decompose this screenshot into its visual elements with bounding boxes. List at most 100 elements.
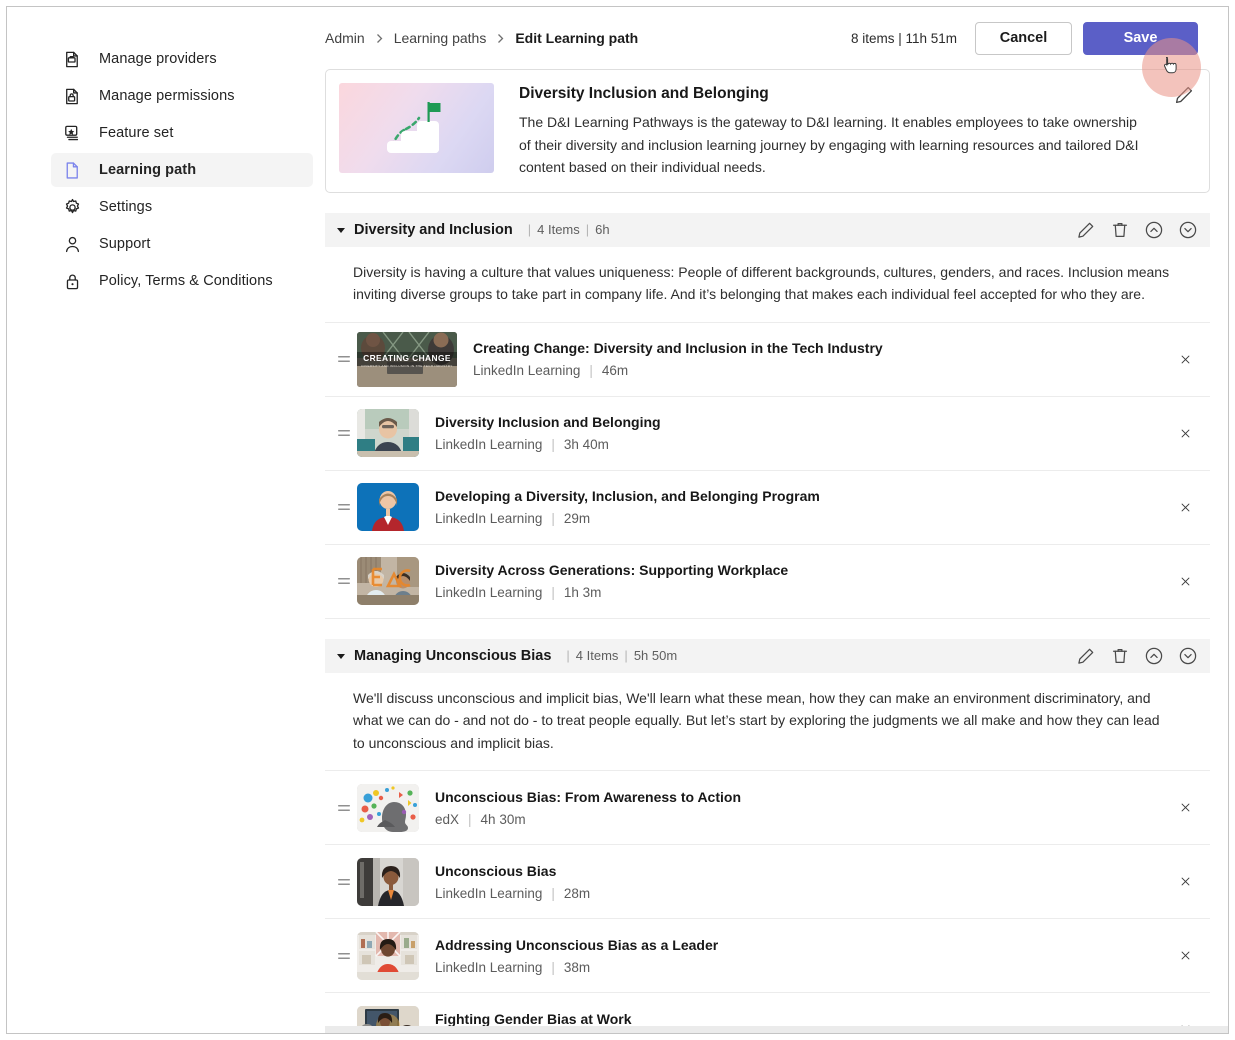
edit-learning-path-icon[interactable] bbox=[1173, 84, 1195, 106]
section-meta: |4 Items|5h 50m bbox=[560, 648, 677, 663]
remove-course-button[interactable] bbox=[1172, 494, 1198, 520]
bottom-scroll-strip bbox=[325, 1026, 1228, 1033]
course-row[interactable]: Diversity Across Generations: Supporting… bbox=[325, 545, 1210, 619]
section: Managing Unconscious Bias|4 Items|5h 50m… bbox=[325, 639, 1210, 1034]
drag-handle-icon[interactable] bbox=[333, 498, 355, 516]
course-text: Creating Change: Diversity and Inclusion… bbox=[473, 340, 1160, 378]
sidebar-item-manage-permissions[interactable]: Manage permissions bbox=[51, 79, 313, 113]
learning-path-title: Diversity Inclusion and Belonging bbox=[519, 85, 1149, 103]
course-row[interactable]: Developing a Diversity, Inclusion, and B… bbox=[325, 471, 1210, 545]
learning-path-card: Diversity Inclusion and Belonging The D&… bbox=[325, 69, 1210, 193]
sidebar: Manage providers Manage permissions Featur… bbox=[7, 7, 325, 1033]
remove-course-button[interactable] bbox=[1172, 869, 1198, 895]
course-duration: 29m bbox=[564, 511, 590, 526]
collapse-caret-icon[interactable] bbox=[335, 650, 347, 662]
drag-handle-icon[interactable] bbox=[333, 424, 355, 442]
trash-icon[interactable] bbox=[1110, 646, 1130, 666]
chevron-up-circle-icon[interactable] bbox=[1144, 646, 1164, 666]
chevron-down-circle-icon[interactable] bbox=[1178, 646, 1198, 666]
remove-course-button[interactable] bbox=[1172, 568, 1198, 594]
section-actions bbox=[1076, 220, 1198, 240]
meta-separator: | bbox=[589, 363, 593, 378]
sidebar-item-policy-terms-conditions[interactable]: Policy, Terms & Conditions bbox=[51, 264, 313, 298]
remove-course-button[interactable] bbox=[1172, 795, 1198, 821]
course-provider: edX bbox=[435, 812, 459, 827]
course-row[interactable]: CREATING CHANGEDIVERSITY AND INCLUSION I… bbox=[325, 323, 1210, 397]
content-scroll-area[interactable]: Diversity Inclusion and Belonging The D&… bbox=[325, 69, 1210, 1033]
course-text: Addressing Unconscious Bias as a Leader L… bbox=[435, 937, 1160, 975]
section-duration: 6h bbox=[595, 222, 609, 237]
section-description: Diversity is having a culture that value… bbox=[325, 247, 1210, 323]
meta-separator: | bbox=[566, 648, 569, 663]
course-duration: 28m bbox=[564, 886, 590, 901]
course-title: Addressing Unconscious Bias as a Leader bbox=[435, 937, 1160, 953]
course-meta: LinkedIn Learning|3h 40m bbox=[435, 437, 1160, 452]
drag-handle-icon[interactable] bbox=[333, 947, 355, 965]
sidebar-item-label: Feature set bbox=[99, 125, 173, 141]
learning-path-text: Diversity Inclusion and Belonging The D&… bbox=[494, 83, 1189, 179]
person-icon bbox=[61, 233, 83, 255]
app-window: Manage providers Manage permissions Featur… bbox=[6, 6, 1229, 1034]
sidebar-item-feature-set[interactable]: Feature set bbox=[51, 116, 313, 150]
sidebar-item-support[interactable]: Support bbox=[51, 227, 313, 261]
sidebar-item-learning-path[interactable]: Learning path bbox=[51, 153, 313, 187]
section-actions bbox=[1076, 646, 1198, 666]
course-thumbnail bbox=[357, 557, 419, 605]
section-item-count: 4 Items bbox=[576, 648, 619, 663]
meta-separator: | bbox=[551, 886, 555, 901]
pencil-icon[interactable] bbox=[1076, 646, 1096, 666]
sidebar-item-label: Learning path bbox=[99, 162, 196, 178]
pencil-icon[interactable] bbox=[1076, 220, 1096, 240]
breadcrumb-item-admin[interactable]: Admin bbox=[325, 30, 365, 46]
drag-handle-icon[interactable] bbox=[333, 873, 355, 891]
course-provider: LinkedIn Learning bbox=[435, 960, 542, 975]
cancel-button[interactable]: Cancel bbox=[975, 22, 1072, 55]
sidebar-item-label: Manage providers bbox=[99, 51, 217, 67]
course-row[interactable]: Unconscious Bias: From Awareness to Acti… bbox=[325, 771, 1210, 845]
course-provider: LinkedIn Learning bbox=[435, 585, 542, 600]
drag-handle-icon[interactable] bbox=[333, 799, 355, 817]
svg-text:DIVERSITY AND INCLUSION IN THE: DIVERSITY AND INCLUSION IN THE TECH INDU… bbox=[361, 364, 452, 368]
save-button[interactable]: Save bbox=[1083, 22, 1198, 55]
stairs-flag-illustration bbox=[339, 83, 494, 173]
remove-course-button[interactable] bbox=[1172, 943, 1198, 969]
course-text: Unconscious BiasLinkedIn Learning|28m bbox=[435, 863, 1160, 901]
sidebar-item-settings[interactable]: Settings bbox=[51, 190, 313, 224]
drag-handle-icon[interactable] bbox=[333, 572, 355, 590]
chevron-up-circle-icon[interactable] bbox=[1144, 220, 1164, 240]
section: Diversity and Inclusion | 4 Items | 6h Divers… bbox=[325, 213, 1210, 619]
trash-icon[interactable] bbox=[1110, 220, 1130, 240]
section-title: Diversity and Inclusion bbox=[354, 222, 513, 238]
lock-icon bbox=[61, 270, 83, 292]
meta-separator: | bbox=[551, 511, 555, 526]
course-title: Unconscious Bias: From Awareness to Acti… bbox=[435, 789, 1160, 805]
course-meta: LinkedIn Learning|38m bbox=[435, 960, 1160, 975]
course-title: Creating Change: Diversity and Inclusion… bbox=[473, 340, 1160, 356]
sidebar-item-label: Policy, Terms & Conditions bbox=[99, 273, 273, 289]
course-thumbnail: CREATING CHANGEDIVERSITY AND INCLUSION I… bbox=[357, 332, 457, 387]
meta-separator: | bbox=[551, 585, 555, 600]
section-header: Managing Unconscious Bias|4 Items|5h 50m bbox=[325, 639, 1210, 673]
remove-course-button[interactable] bbox=[1172, 346, 1198, 372]
course-title: Developing a Diversity, Inclusion, and B… bbox=[435, 488, 1160, 504]
remove-course-button[interactable] bbox=[1172, 420, 1198, 446]
drag-handle-icon[interactable] bbox=[333, 350, 355, 368]
course-title: Diversity Inclusion and Belonging bbox=[435, 414, 1160, 430]
section-meta: |4 Items|6h bbox=[522, 222, 610, 237]
learning-path-thumbnail bbox=[339, 83, 494, 173]
briefcase-document-icon bbox=[61, 48, 83, 70]
course-row[interactable]: Diversity Inclusion and Belonging LinkedI… bbox=[325, 397, 1210, 471]
course-row[interactable]: Unconscious BiasLinkedIn Learning|28m bbox=[325, 845, 1210, 919]
chevron-down-circle-icon[interactable] bbox=[1178, 220, 1198, 240]
course-provider: LinkedIn Learning bbox=[435, 511, 542, 526]
top-bar: Admin Learning paths Edit Learning path … bbox=[325, 7, 1210, 69]
learning-path-description: The D&I Learning Pathways is the gateway… bbox=[519, 111, 1149, 179]
sidebar-item-manage-providers[interactable]: Manage providers bbox=[51, 42, 313, 76]
collapse-caret-icon[interactable] bbox=[335, 224, 347, 236]
section-item-count: 4 Items bbox=[537, 222, 580, 237]
course-provider: LinkedIn Learning bbox=[473, 363, 580, 378]
breadcrumb-item-learning-paths[interactable]: Learning paths bbox=[394, 30, 487, 46]
course-row[interactable]: Addressing Unconscious Bias as a Leader L… bbox=[325, 919, 1210, 993]
meta-separator: | bbox=[586, 222, 589, 237]
course-meta: LinkedIn Learning|1h 3m bbox=[435, 585, 1160, 600]
